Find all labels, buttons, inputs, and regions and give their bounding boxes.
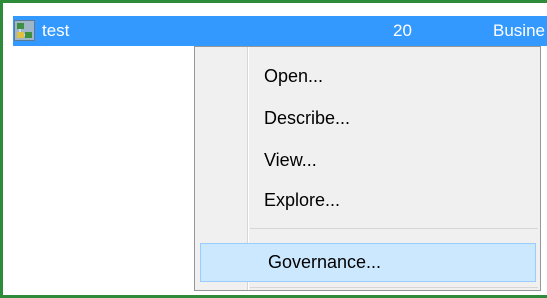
table-row-selected[interactable]: test 20 Busine	[13, 16, 547, 46]
table-icon	[14, 20, 35, 41]
menu-item-describe[interactable]: Describe...	[196, 99, 539, 138]
menu-item-open[interactable]: Open...	[196, 57, 539, 96]
menu-separator	[250, 228, 538, 229]
context-menu: Open... Describe... View... Explore... G…	[194, 46, 541, 291]
menu-item-explore[interactable]: Explore...	[196, 181, 539, 220]
menu-item-label: View...	[264, 150, 317, 170]
menu-item-label: Open...	[264, 66, 324, 86]
menu-item-governance[interactable]: Governance...	[200, 243, 536, 282]
menu-item-label: Describe...	[264, 108, 351, 128]
menu-item-label: Explore...	[264, 190, 341, 210]
menu-item-view[interactable]: View...	[196, 141, 539, 180]
menu-item-label: Governance...	[268, 252, 382, 272]
row-count: 20	[393, 21, 412, 40]
list-view-frame: test 20 Busine Open... Describe... View.…	[0, 0, 547, 298]
row-name: test	[42, 21, 70, 40]
row-type: Busine	[493, 21, 545, 40]
menu-separator	[250, 287, 538, 288]
